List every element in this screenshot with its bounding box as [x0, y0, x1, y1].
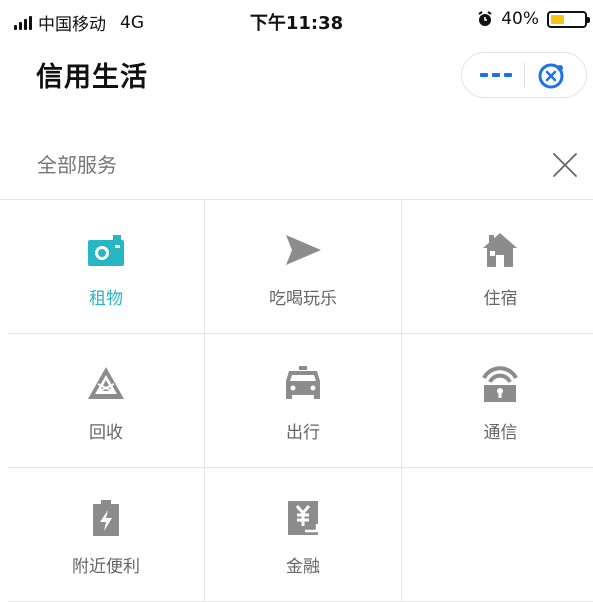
car-icon — [286, 366, 320, 399]
house-icon — [483, 233, 517, 267]
status-bar: 中国移动 4G 下午11:38 40% — [0, 0, 593, 40]
battery-charge-icon — [93, 500, 119, 536]
recycle-triangle-icon — [88, 367, 124, 399]
service-label: 租物 — [89, 289, 123, 309]
battery-level-fill — [551, 14, 564, 24]
service-label: 附近便利 — [72, 557, 140, 577]
service-label: 出行 — [286, 423, 320, 443]
alarm-clock-icon — [478, 11, 492, 26]
service-label: 住宿 — [483, 289, 518, 309]
mini-program-capsule — [461, 52, 587, 98]
mini-program-header: 信用生活 — [0, 40, 593, 110]
service-label: 回收 — [89, 423, 123, 443]
service-item-travel[interactable]: 出行 — [205, 334, 402, 468]
service-item-lodging[interactable]: 住宿 — [402, 200, 593, 334]
capsule-divider — [524, 63, 525, 87]
services-grid: 租物 吃喝玩乐 住宿 回收 出行 通信 附近便利 金融 — [8, 200, 593, 602]
service-label: 金融 — [286, 557, 320, 577]
service-item-recycle[interactable]: 回收 — [8, 334, 205, 468]
all-services-header: 全部服务 — [0, 130, 593, 200]
battery-percent: 40% — [501, 9, 539, 29]
service-item-nearby[interactable]: 附近便利 — [8, 468, 205, 602]
service-item-rent[interactable]: 租物 — [8, 200, 205, 334]
service-item-food-fun[interactable]: 吃喝玩乐 — [205, 200, 402, 334]
camera-icon — [88, 235, 124, 266]
service-item-telecom[interactable]: 通信 — [402, 334, 593, 468]
more-dots-icon[interactable] — [476, 65, 516, 85]
status-right: 40% — [477, 9, 590, 29]
service-label: 通信 — [483, 423, 518, 443]
send-arrow-icon — [286, 235, 321, 265]
yuan-bill-icon — [288, 501, 319, 535]
service-item-finance[interactable]: 金融 — [205, 468, 402, 602]
section-title: 全部服务 — [37, 153, 117, 177]
battery-icon — [547, 10, 590, 28]
close-circle-icon[interactable] — [536, 61, 566, 91]
empty-cell — [402, 468, 593, 602]
close-x-icon[interactable] — [550, 150, 580, 180]
wifi-lock-icon — [482, 366, 518, 402]
page-title: 信用生活 — [36, 62, 148, 93]
service-label: 吃喝玩乐 — [269, 289, 337, 309]
